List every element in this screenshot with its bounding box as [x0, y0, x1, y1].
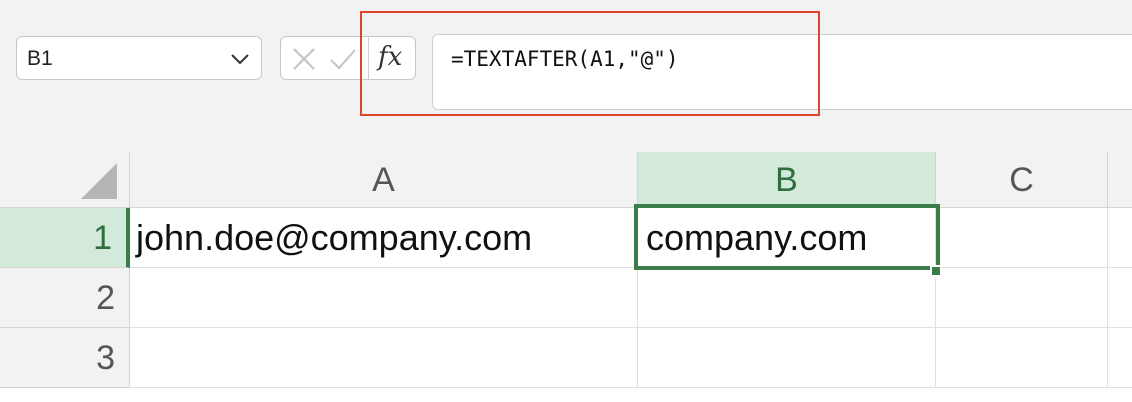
- formula-input[interactable]: =TEXTAFTER(A1,"@"): [432, 34, 1132, 110]
- select-all-button[interactable]: [0, 152, 130, 208]
- cell-b3[interactable]: [638, 328, 936, 388]
- name-box[interactable]: B1: [16, 36, 262, 80]
- column-header-b[interactable]: B: [638, 152, 936, 208]
- column-header-d[interactable]: [1108, 152, 1132, 208]
- cell-b1-value: company.com: [646, 217, 868, 258]
- cell-a1[interactable]: john.doe@company.com: [130, 208, 638, 268]
- spreadsheet-grid: A B C 1 2 3 john.doe@company.com company…: [0, 152, 1132, 402]
- cell-a1-value: john.doe@company.com: [136, 217, 533, 258]
- row-header-2[interactable]: 2: [0, 268, 130, 328]
- cell-d2[interactable]: [1108, 268, 1132, 328]
- cancel-icon[interactable]: [292, 47, 316, 71]
- formula-buttons: fx: [280, 36, 416, 80]
- cell-a2[interactable]: [130, 268, 638, 328]
- formula-text: =TEXTAFTER(A1,"@"): [451, 47, 679, 71]
- fill-handle-icon[interactable]: [930, 265, 942, 277]
- chevron-down-icon[interactable]: [229, 50, 251, 68]
- cell-b1[interactable]: company.com: [638, 208, 936, 268]
- cell-d3[interactable]: [1108, 328, 1132, 388]
- cell-c1[interactable]: [936, 208, 1108, 268]
- divider: [368, 37, 369, 79]
- cell-a3[interactable]: [130, 328, 638, 388]
- name-box-value: B1: [27, 47, 53, 70]
- cell-c2[interactable]: [936, 268, 1108, 328]
- column-header-c[interactable]: C: [936, 152, 1108, 208]
- cell-d1[interactable]: [1108, 208, 1132, 268]
- column-header-a[interactable]: A: [130, 152, 638, 208]
- cell-b2[interactable]: [638, 268, 936, 328]
- row-header-1[interactable]: 1: [0, 208, 130, 268]
- select-all-icon: [81, 163, 117, 199]
- row-header-3[interactable]: 3: [0, 328, 130, 388]
- enter-icon[interactable]: [329, 47, 357, 71]
- cell-c3[interactable]: [936, 328, 1108, 388]
- function-icon[interactable]: fx: [378, 42, 402, 72]
